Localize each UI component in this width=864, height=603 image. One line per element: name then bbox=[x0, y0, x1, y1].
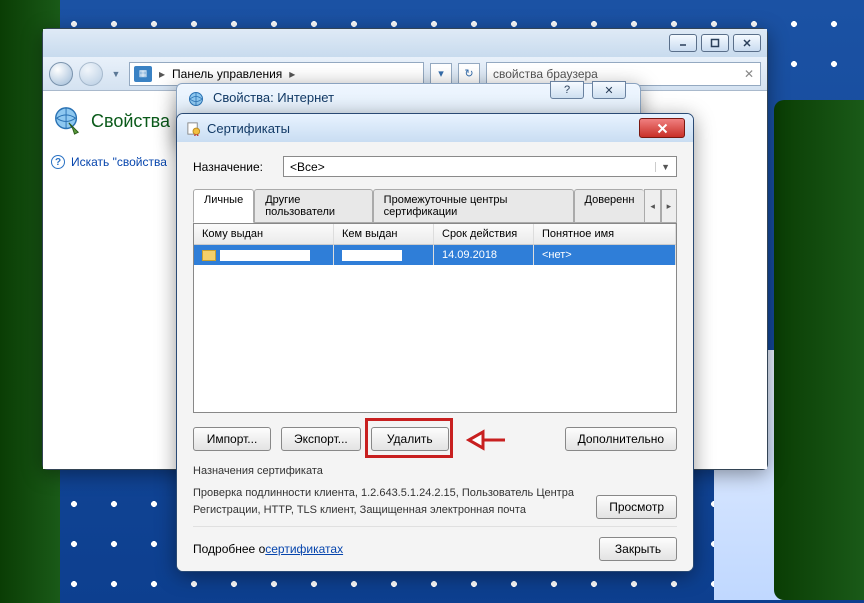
tab-scroll-right[interactable]: ▸ bbox=[661, 189, 677, 222]
close-dialog-button[interactable]: Закрыть bbox=[599, 537, 677, 561]
col-friendly[interactable]: Понятное имя bbox=[534, 224, 676, 244]
clear-icon[interactable]: ✕ bbox=[744, 67, 754, 81]
redacted bbox=[220, 250, 310, 261]
globe-icon bbox=[187, 90, 205, 108]
help-button[interactable]: ? bbox=[550, 81, 584, 99]
bg-tree-right bbox=[774, 100, 864, 600]
nav-history-dropdown[interactable]: ▼ bbox=[109, 64, 123, 84]
list-row[interactable]: 14.09.2018 <нет> bbox=[194, 245, 676, 265]
close-button[interactable] bbox=[639, 118, 685, 138]
heading-text: Свойства bbox=[91, 111, 170, 132]
history-button[interactable]: ▾ bbox=[430, 63, 452, 85]
list-header: Кому выдан Кем выдан Срок действия Понят… bbox=[194, 224, 676, 245]
col-issued-by[interactable]: Кем выдан bbox=[334, 224, 434, 244]
redacted bbox=[342, 250, 402, 261]
cert-purposes: Проверка подлинности клиента, 1.2.643.5.… bbox=[193, 485, 586, 518]
breadcrumb-sep: ▸ bbox=[156, 67, 168, 81]
maximize-button[interactable] bbox=[701, 34, 729, 52]
nav-forward-button[interactable] bbox=[79, 62, 103, 86]
chevron-down-icon: ▼ bbox=[655, 162, 670, 172]
tab-personal[interactable]: Личные bbox=[193, 189, 254, 223]
search-help-text: Искать "свойства bbox=[71, 155, 167, 169]
control-panel-icon: ▦ bbox=[134, 66, 152, 82]
dialog-title: Свойства: Интернет bbox=[213, 90, 334, 105]
advanced-button[interactable]: Дополнительно bbox=[565, 427, 677, 451]
nav-back-button[interactable] bbox=[49, 62, 73, 86]
more-info-prefix: Подробнее о bbox=[193, 542, 265, 556]
dialog-title: Сертификаты bbox=[207, 121, 290, 136]
export-button[interactable]: Экспорт... bbox=[281, 427, 361, 451]
tab-intermediate-ca[interactable]: Промежуточные центры сертификации bbox=[373, 189, 574, 222]
breadcrumb-sep: ▸ bbox=[286, 67, 298, 81]
view-button[interactable]: Просмотр bbox=[596, 495, 677, 519]
purpose-combo[interactable]: <Все> ▼ bbox=[283, 156, 677, 177]
more-info-link[interactable]: сертификатах bbox=[265, 542, 343, 556]
import-button[interactable]: Импорт... bbox=[193, 427, 271, 451]
search-help-link[interactable]: ? Искать "свойства bbox=[51, 155, 175, 169]
section-label: Назначения сертификата bbox=[193, 465, 677, 477]
tab-strip: Личные Другие пользователи Промежуточные… bbox=[193, 189, 677, 223]
tab-trusted[interactable]: Доверенн bbox=[574, 189, 645, 222]
cell-friendly: <нет> bbox=[534, 245, 676, 265]
col-expires[interactable]: Срок действия bbox=[434, 224, 534, 244]
purpose-label: Назначение: bbox=[193, 160, 263, 174]
breadcrumb-label: Панель управления bbox=[172, 67, 282, 81]
col-issued-to[interactable]: Кому выдан bbox=[194, 224, 334, 244]
close-button[interactable] bbox=[733, 34, 761, 52]
highlight-box bbox=[365, 418, 453, 458]
certificate-icon bbox=[202, 250, 216, 261]
page-title: Свойства bbox=[51, 105, 175, 137]
certificate-icon bbox=[185, 120, 201, 136]
help-icon: ? bbox=[51, 155, 65, 169]
minimize-button[interactable] bbox=[669, 34, 697, 52]
pointer-arrow bbox=[465, 428, 507, 455]
globe-icon bbox=[51, 105, 83, 137]
certificate-list[interactable]: Кому выдан Кем выдан Срок действия Понят… bbox=[193, 223, 677, 413]
certificates-dialog: Сертификаты Назначение: <Все> ▼ Личные Д… bbox=[176, 113, 694, 572]
tab-scroll-left[interactable]: ◂ bbox=[644, 189, 660, 222]
tab-other-people[interactable]: Другие пользователи bbox=[254, 189, 372, 222]
breadcrumb[interactable]: ▦ ▸ Панель управления ▸ bbox=[129, 62, 424, 86]
close-button[interactable]: ✕ bbox=[592, 81, 626, 99]
refresh-button[interactable]: ↻ bbox=[458, 63, 480, 85]
purpose-value: <Все> bbox=[290, 160, 325, 174]
search-value: свойства браузера bbox=[493, 67, 598, 81]
cell-expires: 14.09.2018 bbox=[434, 245, 534, 265]
